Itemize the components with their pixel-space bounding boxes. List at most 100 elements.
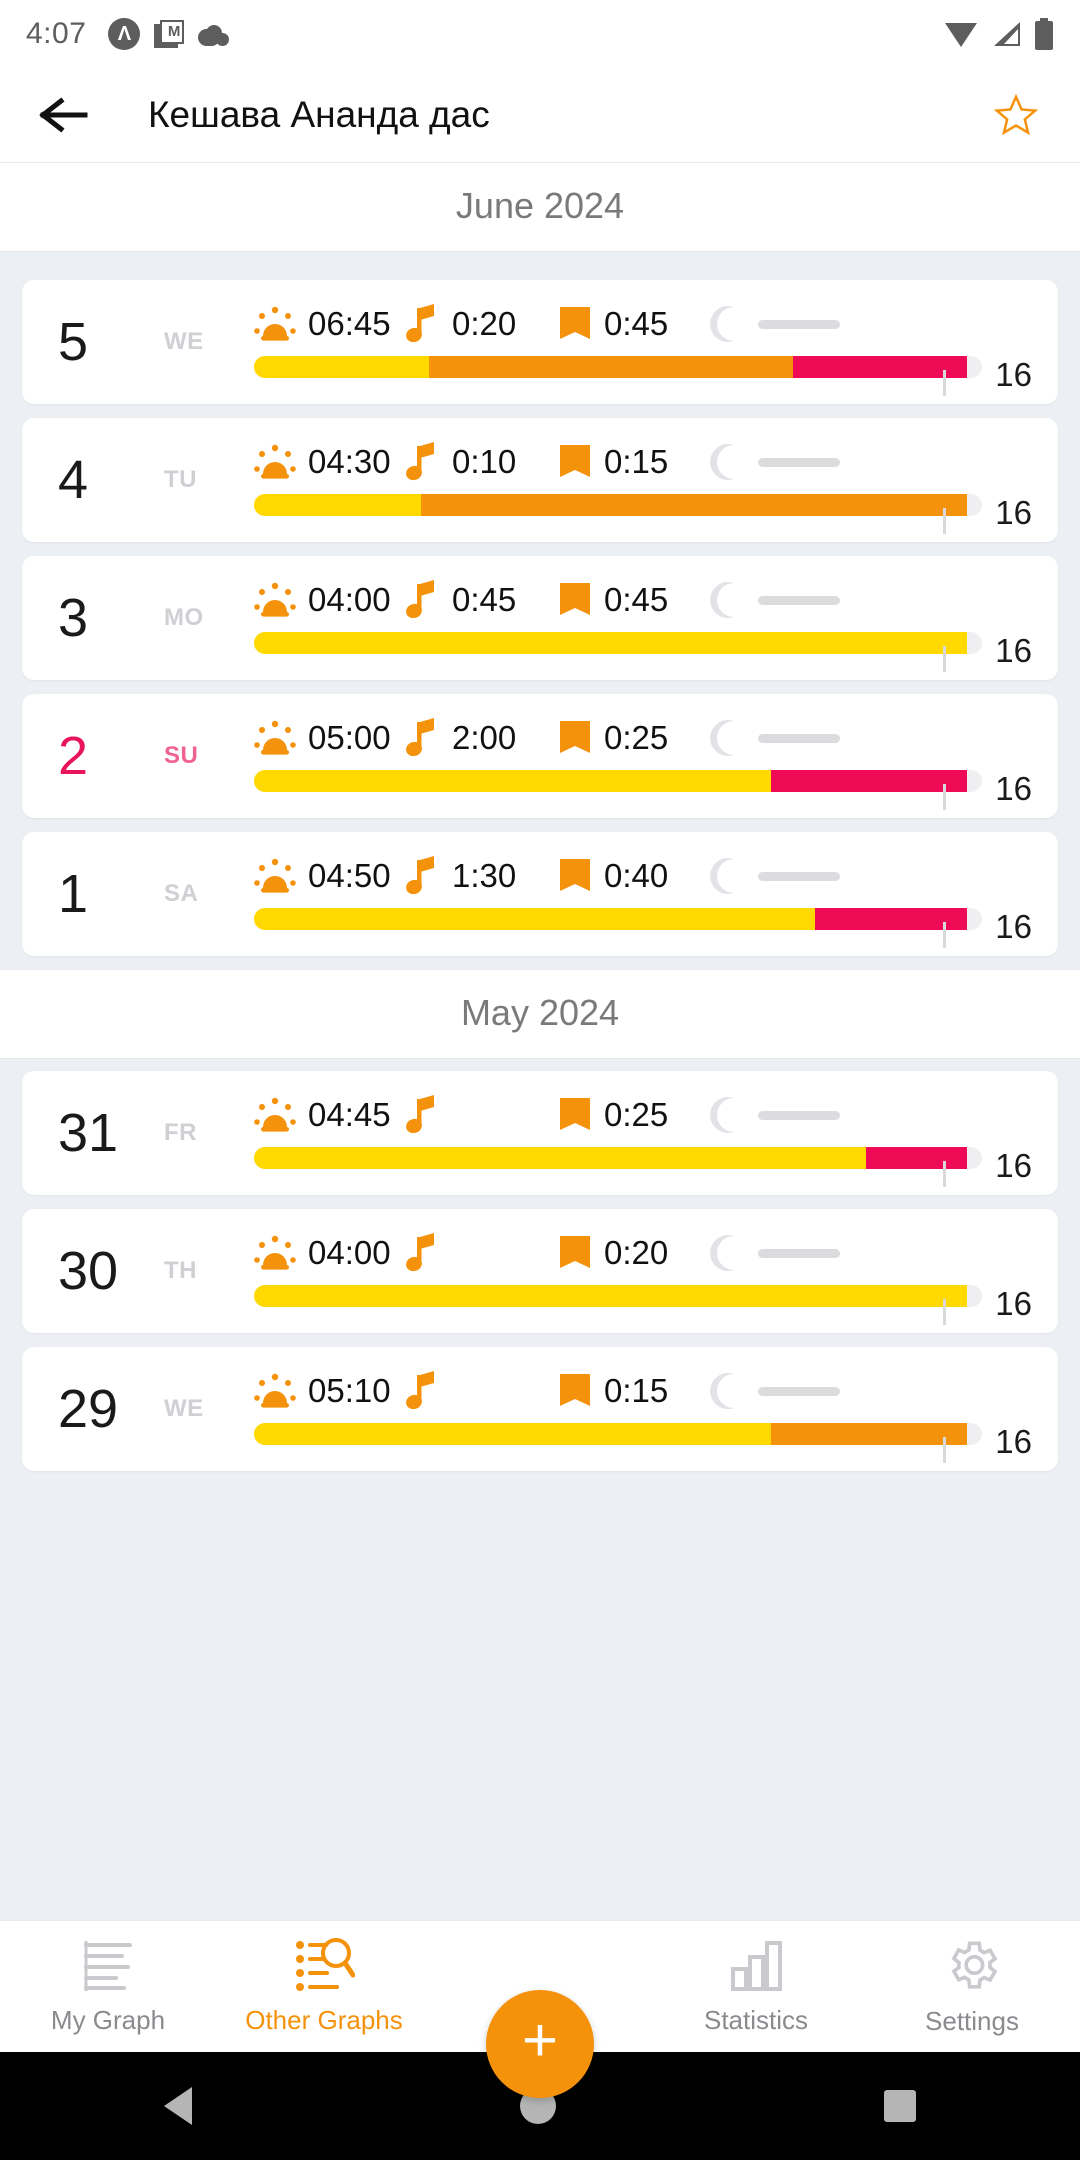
book-icon [560, 1374, 590, 1406]
metric-music[interactable] [406, 1095, 558, 1135]
progress-segment [792, 356, 968, 378]
day-progress-bar [254, 356, 982, 396]
progress-segment [770, 1423, 968, 1445]
metric-reading[interactable]: 0:40 [558, 857, 710, 895]
metric-music[interactable]: 0:20 [406, 304, 558, 344]
progress-tick-marker [943, 1437, 946, 1463]
metric-wake[interactable]: 04:45 [254, 1096, 406, 1134]
metric-value: 0:45 [604, 305, 669, 342]
empty-value-dash [758, 733, 840, 743]
metric-music[interactable]: 0:10 [406, 442, 558, 482]
nav-label: Other Graphs [245, 2005, 403, 2035]
metric-value: 0:10 [452, 443, 517, 480]
triangle-back-icon[interactable] [164, 2087, 192, 2125]
progress-tick-marker [943, 784, 946, 810]
day-progress-bar [254, 770, 982, 810]
metric-wake[interactable]: 04:00 [254, 581, 406, 619]
metric-night[interactable] [710, 1095, 862, 1135]
metric-night[interactable] [710, 718, 862, 758]
star-outline-icon[interactable] [988, 87, 1044, 143]
metric-value: 0:40 [604, 857, 669, 894]
status-bar-notification-icons: Λ M [108, 18, 232, 50]
metric-night[interactable] [710, 580, 862, 620]
day-card[interactable]: 1 SA 04:50 1:30 0:40 16 [22, 832, 1058, 956]
day-weekday: FR [164, 1119, 197, 1146]
empty-value-dash [758, 1248, 840, 1258]
day-card[interactable]: 4 TU 04:30 0:10 0:15 16 [22, 418, 1058, 542]
metric-reading[interactable]: 0:15 [558, 443, 710, 481]
day-card[interactable]: 31 FR 04:45 0:25 16 [22, 1071, 1058, 1195]
day-number: 3 [58, 588, 89, 648]
metric-reading[interactable]: 0:15 [558, 1372, 710, 1410]
day-card[interactable]: 30 TH 04:00 0:20 16 [22, 1209, 1058, 1333]
progress-segment [254, 356, 429, 378]
book-icon [560, 721, 590, 753]
app-circle-icon: Λ [108, 18, 141, 50]
metric-night[interactable] [710, 1233, 862, 1273]
metric-value: 04:00 [308, 581, 391, 618]
day-progress-bar [254, 1147, 982, 1187]
metric-night[interactable] [710, 304, 862, 344]
day-weekday: SA [164, 880, 199, 907]
day-weekday: TU [164, 466, 197, 493]
nav-item-statistics[interactable]: Statistics [648, 1921, 864, 2052]
metric-wake[interactable]: 06:45 [254, 305, 406, 343]
day-list[interactable]: June 2024 5 WE 06:45 0:20 0:45 16 4 TU 0… [0, 163, 1080, 1779]
day-score: 16 [995, 494, 1032, 531]
metric-wake[interactable]: 05:00 [254, 719, 406, 757]
metric-wake[interactable]: 04:00 [254, 1234, 406, 1272]
day-card[interactable]: 5 WE 06:45 0:20 0:45 16 [22, 280, 1058, 404]
metric-music[interactable]: 2:00 [406, 718, 558, 758]
add-entry-fab[interactable]: + [486, 1990, 594, 2098]
cloud-icon [198, 22, 232, 46]
progress-track [254, 1147, 982, 1169]
empty-value-dash [758, 1386, 840, 1396]
moon-icon [710, 582, 734, 618]
metric-music[interactable]: 1:30 [406, 856, 558, 896]
music-note-icon [406, 856, 434, 895]
metric-night[interactable] [710, 1371, 862, 1411]
app-bar: Кешава Ананда дас [0, 68, 1080, 163]
metric-night[interactable] [710, 442, 862, 482]
metric-wake[interactable]: 04:30 [254, 443, 406, 481]
metric-wake[interactable]: 05:10 [254, 1372, 406, 1410]
metric-reading[interactable]: 0:20 [558, 1234, 710, 1272]
metric-reading[interactable]: 0:25 [558, 1096, 710, 1134]
nav-item-settings[interactable]: Settings [864, 1921, 1080, 2052]
status-bar-system-icons [944, 18, 1054, 50]
book-icon [560, 583, 590, 615]
day-weekday: WE [164, 1395, 204, 1422]
nav-item-my-graph[interactable]: My Graph [0, 1921, 216, 2052]
metric-music[interactable] [406, 1233, 558, 1273]
progress-segment [421, 494, 968, 516]
square-recents-icon[interactable] [884, 2090, 916, 2122]
battery-icon [1035, 18, 1053, 50]
nav-label: My Graph [50, 2005, 166, 2035]
metric-reading[interactable]: 0:45 [558, 305, 710, 343]
metric-wake[interactable]: 04:50 [254, 857, 406, 895]
day-card[interactable]: 2 SU 05:00 2:00 0:25 16 [22, 694, 1058, 818]
nav-item-other-graphs[interactable]: Other Graphs [216, 1921, 432, 2052]
metric-night[interactable] [710, 856, 862, 896]
month-header: June 2024 [0, 163, 1080, 252]
day-metrics: 06:45 0:20 0:45 [254, 304, 862, 344]
book-icon [560, 859, 590, 891]
metric-music[interactable] [406, 1371, 558, 1411]
progress-segment [254, 632, 968, 654]
progress-segment [254, 770, 771, 792]
metric-value: 04:00 [308, 1234, 391, 1271]
day-card[interactable]: 3 MO 04:00 0:45 0:45 16 [22, 556, 1058, 680]
book-icon [560, 1236, 590, 1268]
progress-track [254, 1285, 982, 1307]
metric-music[interactable]: 0:45 [406, 580, 558, 620]
progress-track [254, 632, 982, 654]
day-progress-bar [254, 1285, 982, 1325]
back-arrow-icon[interactable] [36, 87, 92, 143]
day-card[interactable]: 29 WE 05:10 0:15 16 [22, 1347, 1058, 1471]
metric-reading[interactable]: 0:25 [558, 719, 710, 757]
day-score: 16 [995, 1423, 1032, 1460]
page-title: Кешава Ананда дас [148, 94, 490, 135]
metric-value: 04:30 [308, 443, 391, 480]
metric-reading[interactable]: 0:45 [558, 581, 710, 619]
progress-tick-marker [943, 370, 946, 396]
